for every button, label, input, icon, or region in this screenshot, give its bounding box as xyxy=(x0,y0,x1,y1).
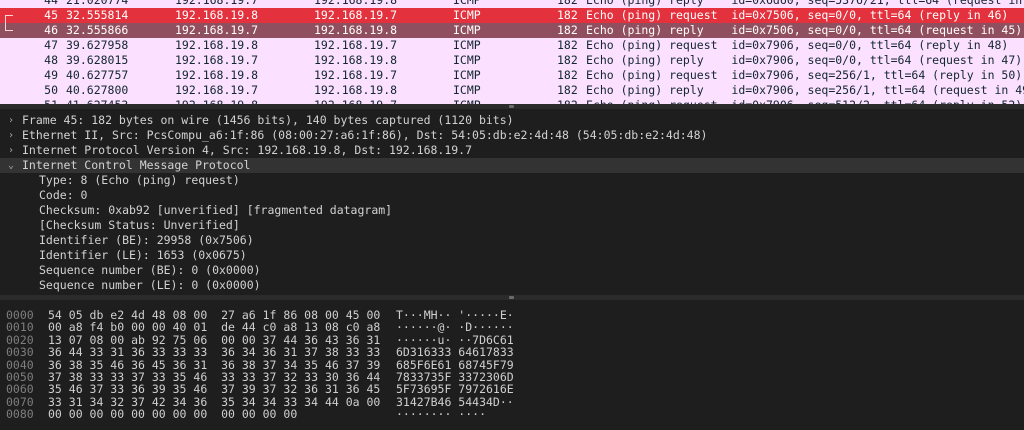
detail-row[interactable]: Type: 8 (Echo (ping) request) xyxy=(0,173,1024,188)
detail-field-text: Code: 0 xyxy=(39,188,88,202)
packet-number: 50 xyxy=(44,83,58,97)
detail-row[interactable]: › Frame 45: 182 bytes on wire (1456 bits)… xyxy=(0,113,1024,128)
detail-row[interactable]: › Ethernet II, Src: PcsCompu_a6:1f:86 (08… xyxy=(0,128,1024,143)
detail-row[interactable]: Identifier (BE): 29958 (0x7506) xyxy=(0,233,1024,248)
packet-destination: 192.168.19.7 xyxy=(314,68,398,82)
packet-time: 21.020774 xyxy=(66,0,129,7)
packet-time: 39.627958 xyxy=(66,38,129,52)
detail-field-text: Type: 8 (Echo (ping) request) xyxy=(39,173,240,187)
packet-protocol: ICMP xyxy=(453,0,481,7)
packet-row[interactable]: 45 32.555814 192.168.19.8 192.168.19.7 ICMP 1… xyxy=(0,8,1024,23)
collapsed-chevron-icon[interactable]: › xyxy=(6,128,16,143)
packet-info: Echo (ping) request id=0x7506, seq=0/0, … xyxy=(586,8,1009,22)
packet-row[interactable]: 48 39.628015 192.168.19.7 192.168.19.8 ICMP 1… xyxy=(0,53,1024,68)
packet-length: 182 xyxy=(557,68,578,82)
packet-number: 47 xyxy=(44,38,58,52)
detail-row[interactable]: [Checksum Status: Unverified] xyxy=(0,218,1024,233)
packet-source: 192.168.19.7 xyxy=(175,0,259,7)
splitter-grip-icon xyxy=(509,105,514,108)
detail-field-text: Sequence number (LE): 0 (0x0000) xyxy=(39,278,261,292)
packet-source: 192.168.19.8 xyxy=(175,38,259,52)
packet-protocol: ICMP xyxy=(453,38,481,52)
packet-source: 192.168.19.7 xyxy=(175,83,259,97)
packet-destination: 192.168.19.8 xyxy=(314,53,398,67)
packet-destination: 192.168.19.8 xyxy=(314,83,398,97)
ascii-bytes[interactable]: ········ ···· xyxy=(396,407,486,421)
packet-row[interactable]: 49 40.627757 192.168.19.8 192.168.19.7 ICMP 1… xyxy=(0,68,1024,83)
packet-time: 40.627757 xyxy=(66,68,129,82)
packet-protocol: ICMP xyxy=(453,83,481,97)
packet-destination: 192.168.19.7 xyxy=(314,8,398,22)
packet-info: Echo (ping) reply id=0x7506, seq=0/0, tt… xyxy=(586,23,1023,37)
packet-number: 48 xyxy=(44,53,58,67)
packet-info: Echo (ping) request id=0x7906, seq=0/0, … xyxy=(586,38,1009,52)
packet-row[interactable]: 50 40.627800 192.168.19.7 192.168.19.8 ICMP 1… xyxy=(0,83,1024,98)
expanded-chevron-icon[interactable]: ⌄ xyxy=(6,158,16,173)
packet-length: 182 xyxy=(557,53,578,67)
packet-length: 182 xyxy=(557,83,578,97)
packet-source: 192.168.19.8 xyxy=(175,8,259,22)
detail-row[interactable]: Identifier (LE): 1653 (0x0675) xyxy=(0,248,1024,263)
packet-protocol: ICMP xyxy=(453,68,481,82)
packet-list: 44 21.020774 192.168.19.7 192.168.19.8 ICMP 1… xyxy=(0,0,1024,104)
packet-time: 32.555814 xyxy=(66,8,129,22)
collapsed-chevron-icon[interactable]: › xyxy=(6,113,16,128)
packet-protocol: ICMP xyxy=(453,53,481,67)
detail-field-text: Internet Protocol Version 4, Src: 192.16… xyxy=(22,143,473,157)
packet-number: 45 xyxy=(44,8,58,22)
splitter-grip-icon xyxy=(509,296,514,299)
packet-length: 182 xyxy=(557,38,578,52)
detail-row[interactable]: › Internet Protocol Version 4, Src: 192.1… xyxy=(0,143,1024,158)
packet-length: 182 xyxy=(557,23,578,37)
packet-number: 46 xyxy=(44,23,58,37)
packet-destination: 192.168.19.8 xyxy=(314,23,398,37)
packet-row[interactable]: 44 21.020774 192.168.19.7 192.168.19.8 ICMP 1… xyxy=(0,0,1024,8)
packet-bytes-pane: 0000 54 05 db e2 4d 48 08 00 27 a6 1f 86 … xyxy=(0,300,1024,430)
detail-field-text: Identifier (BE): 29958 (0x7506) xyxy=(39,233,254,247)
packet-info: Echo (ping) reply id=0x6d60, seq=5376/21… xyxy=(586,0,1024,7)
packet-time: 40.627800 xyxy=(66,83,129,97)
packet-length: 182 xyxy=(557,0,578,7)
related-packet-marker-icon xyxy=(5,8,15,23)
packet-source: 192.168.19.8 xyxy=(175,68,259,82)
detail-row[interactable]: Sequence number (BE): 0 (0x0000) xyxy=(0,263,1024,278)
packet-row[interactable]: 47 39.627958 192.168.19.8 192.168.19.7 ICMP 1… xyxy=(0,38,1024,53)
packet-number: 49 xyxy=(44,68,58,82)
collapsed-chevron-icon[interactable]: › xyxy=(6,143,16,158)
detail-field-text: Frame 45: 182 bytes on wire (1456 bits),… xyxy=(22,113,514,127)
detail-row[interactable]: Sequence number (LE): 0 (0x0000) xyxy=(0,278,1024,293)
detail-row[interactable]: Checksum: 0xab92 [unverified] [fragmente… xyxy=(0,203,1024,218)
detail-row[interactable]: ⌄ Internet Control Message Protocol xyxy=(0,158,1024,173)
packet-row[interactable]: 46 32.555866 192.168.19.7 192.168.19.8 ICMP 1… xyxy=(0,23,1024,38)
packet-info: Echo (ping) request id=0x7906, seq=256/1… xyxy=(586,68,1023,82)
packet-number: 44 xyxy=(44,0,58,7)
detail-field-text: [Checksum Status: Unverified] xyxy=(39,218,240,232)
detail-field-text: Ethernet II, Src: PcsCompu_a6:1f:86 (08:… xyxy=(22,128,708,142)
hex-bytes[interactable]: 00 00 00 00 00 00 00 00 00 00 00 00 xyxy=(48,407,297,421)
related-packet-marker-icon xyxy=(5,23,15,38)
detail-field-text: Identifier (LE): 1653 (0x0675) xyxy=(39,248,247,262)
packet-info: Echo (ping) reply id=0x7906, seq=256/1, … xyxy=(586,83,1024,97)
packet-source: 192.168.19.7 xyxy=(175,53,259,67)
packet-protocol: ICMP xyxy=(453,23,481,37)
packet-destination: 192.168.19.7 xyxy=(314,38,398,52)
hex-dump-row: 0080 00 00 00 00 00 00 00 00 00 00 00 00 ·… xyxy=(0,407,1024,421)
detail-field-text: Checksum: 0xab92 [unverified] [fragmente… xyxy=(39,203,393,217)
hex-offset: 0080 xyxy=(6,407,34,422)
packet-info: Echo (ping) reply id=0x7906, seq=0/0, tt… xyxy=(586,53,1023,67)
detail-field-text: Internet Control Message Protocol xyxy=(22,158,251,172)
packet-protocol: ICMP xyxy=(453,8,481,22)
packet-source: 192.168.19.7 xyxy=(175,23,259,37)
packet-details-tree: › Frame 45: 182 bytes on wire (1456 bits)… xyxy=(0,109,1024,295)
packet-length: 182 xyxy=(557,8,578,22)
packet-time: 32.555866 xyxy=(66,23,129,37)
packet-time: 39.628015 xyxy=(66,53,129,67)
detail-field-text: Sequence number (BE): 0 (0x0000) xyxy=(39,263,261,277)
packet-destination: 192.168.19.8 xyxy=(314,0,398,7)
detail-row[interactable]: Code: 0 xyxy=(0,188,1024,203)
